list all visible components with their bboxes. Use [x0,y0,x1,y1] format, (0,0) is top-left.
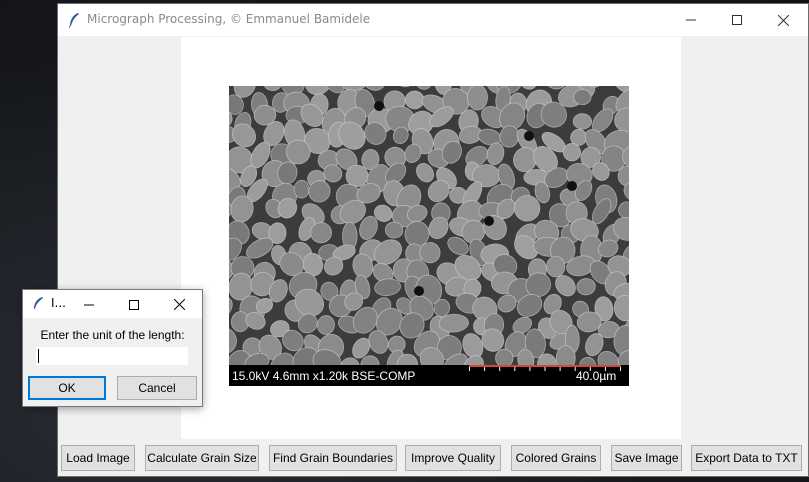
load-image-button[interactable]: Load Image [61,445,135,471]
dialog-minimize-button[interactable] [79,294,99,314]
title-bar[interactable]: Micrograph Processing, © Emmanuel Bamide… [58,4,808,36]
minimize-icon [686,15,696,25]
close-icon [777,14,789,26]
export-data-button[interactable]: Export Data to TXT [691,445,802,471]
close-button[interactable] [760,4,806,36]
maximize-icon [129,295,139,314]
ok-button[interactable]: OK [28,376,106,400]
maximize-button[interactable] [714,4,760,36]
calculate-grain-size-button[interactable]: Calculate Grain Size [145,445,259,471]
dialog-title: I... [51,296,66,310]
dialog-prompt: Enter the unit of the length: [40,328,185,342]
cancel-button[interactable]: Cancel [117,376,197,400]
minimize-icon [84,295,94,314]
image-canvas: 15.0kV 4.6mm x1.20k BSE-COMP 40.0µm [181,37,681,439]
window-title: Micrograph Processing, © Emmanuel Bamide… [87,12,371,26]
unit-input[interactable] [36,347,188,365]
close-icon [173,295,185,314]
text-caret [38,349,39,363]
minimize-button[interactable] [668,4,714,36]
feather-icon [67,12,81,28]
sem-info-text: 15.0kV 4.6mm x1.20k BSE-COMP [232,369,416,383]
find-grain-boundaries-button[interactable]: Find Grain Boundaries [269,445,397,471]
dialog-title-bar[interactable]: I... [23,290,202,318]
grain-texture [229,86,629,365]
save-image-button[interactable]: Save Image [611,445,682,471]
feather-icon [32,296,44,311]
micrograph-image: 15.0kV 4.6mm x1.20k BSE-COMP 40.0µm [229,86,629,386]
sem-info-bar: 15.0kV 4.6mm x1.20k BSE-COMP 40.0µm [229,365,629,386]
maximize-icon [732,15,742,25]
colored-grains-button[interactable]: Colored Grains [511,445,601,471]
action-button-row: Load Image Calculate Grain Size Find Gra… [58,445,809,471]
improve-quality-button[interactable]: Improve Quality [405,445,501,471]
unit-input-dialog: I... Enter the unit of the length: OK Ca… [22,289,203,407]
scale-label: 40.0µm [576,369,617,383]
dialog-maximize-button[interactable] [124,294,144,314]
dialog-close-button[interactable] [169,294,189,314]
